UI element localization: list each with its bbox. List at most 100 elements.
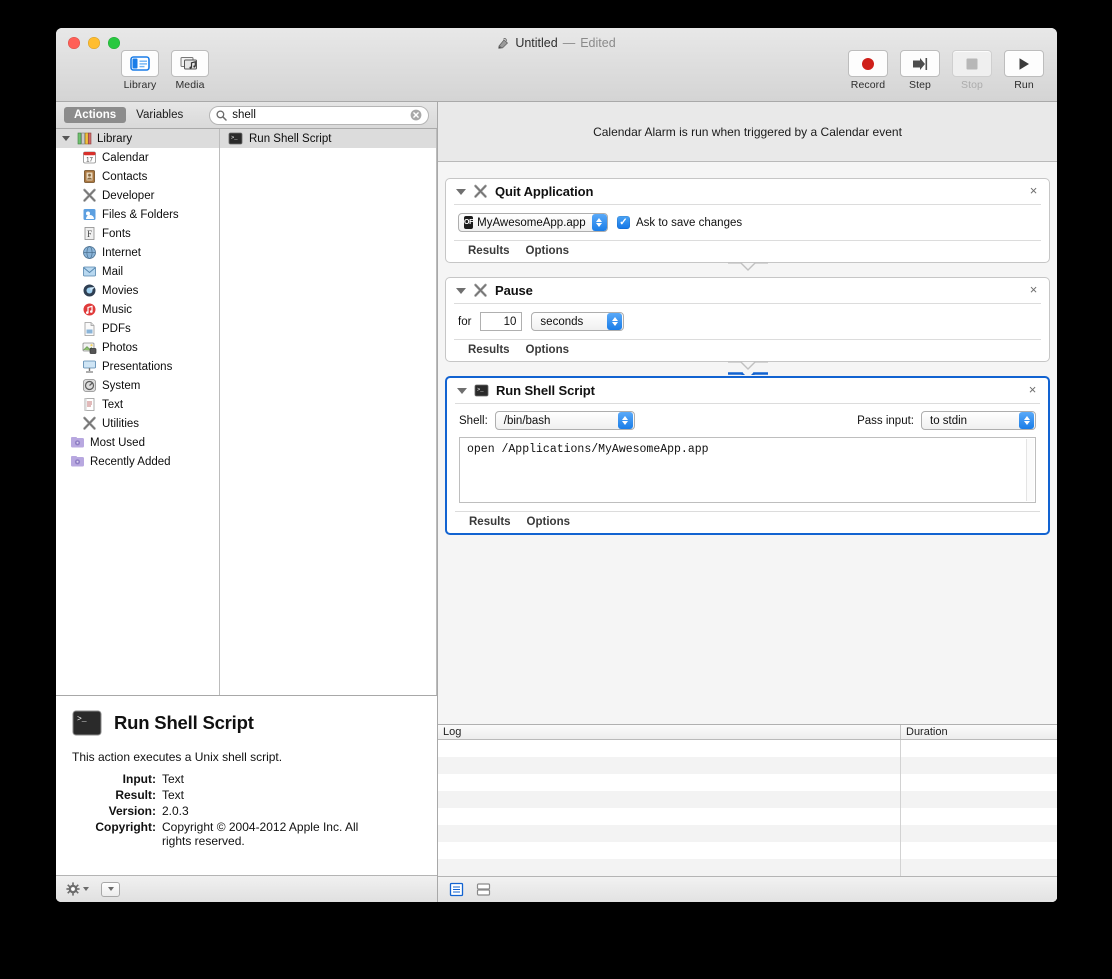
- sidebar-item-pdfs[interactable]: PDFs: [56, 319, 219, 338]
- for-label: for: [458, 315, 472, 328]
- popup-stepper-icon[interactable]: [591, 214, 607, 231]
- shell-popup[interactable]: /bin/bash: [494, 411, 635, 430]
- action-header[interactable]: >_ Run Shell Script ×: [447, 378, 1048, 403]
- table-row[interactable]: [438, 740, 1057, 758]
- popup-stepper-icon[interactable]: [617, 412, 633, 429]
- duration-unit-popup[interactable]: seconds: [531, 312, 625, 331]
- close-icon[interactable]: ×: [1027, 184, 1040, 197]
- script-scrollbar[interactable]: [1026, 439, 1034, 501]
- window-titlebar: Untitled — Edited Library Media Record S…: [56, 28, 1057, 102]
- app-chooser-popup[interactable]: OF MyAwesomeApp.app: [458, 213, 608, 232]
- sidebar-item-movies-label: Movies: [102, 284, 139, 297]
- library-footer-toolbar: [56, 875, 437, 902]
- log-view-button[interactable]: [448, 882, 465, 897]
- log-column-header-duration[interactable]: Duration: [901, 725, 1057, 739]
- sidebar-item-developer[interactable]: Developer: [56, 186, 219, 205]
- popup-button-icon[interactable]: [101, 881, 120, 897]
- toolbar-step-button[interactable]: Step: [897, 50, 943, 91]
- workflow-action-run-shell-script[interactable]: >_ Run Shell Script × Shell: /bin/bash P…: [445, 376, 1050, 535]
- table-row[interactable]: [438, 825, 1057, 843]
- sidebar-item-contacts[interactable]: Contacts: [56, 167, 219, 186]
- log-column-header-log[interactable]: Log: [438, 725, 901, 740]
- workflow-action-pause[interactable]: Pause × for 10 seconds Results Options: [445, 277, 1050, 375]
- checkbox-icon[interactable]: ✓: [617, 216, 630, 229]
- toolbar-record-label: Record: [850, 79, 886, 91]
- gear-menu-button[interactable]: [66, 882, 89, 896]
- log-view-icon: [449, 882, 464, 897]
- split-view-button[interactable]: [475, 882, 492, 897]
- results-button[interactable]: Results: [468, 245, 510, 257]
- close-icon[interactable]: ×: [1027, 283, 1040, 296]
- sidebar-item-presentations[interactable]: Presentations: [56, 357, 219, 376]
- popup-stepper-icon[interactable]: [1019, 412, 1034, 429]
- system-icon: [83, 379, 96, 392]
- sidebar-item-photos[interactable]: Photos: [56, 338, 219, 357]
- library-tab-group: Actions Variables: [64, 107, 193, 123]
- sidebar-item-fonts[interactable]: F Fonts: [56, 224, 219, 243]
- shell-script-icon: >_: [228, 132, 243, 145]
- action-results-list[interactable]: >_ Run Shell Script: [220, 129, 437, 695]
- library-tree[interactable]: Library 17 Calendar Contacts Developer F…: [56, 129, 220, 695]
- close-icon[interactable]: ×: [1026, 383, 1039, 396]
- script-textarea[interactable]: open /Applications/MyAwesomeApp.app: [459, 437, 1036, 503]
- library-pane: Actions Variables shell Library 17 Calen…: [56, 102, 438, 902]
- clear-icon[interactable]: [410, 109, 422, 121]
- tab-variables[interactable]: Variables: [126, 107, 193, 123]
- sidebar-item-internet[interactable]: Internet: [56, 243, 219, 262]
- table-row[interactable]: [438, 757, 1057, 775]
- tab-actions[interactable]: Actions: [64, 107, 127, 123]
- duration-input[interactable]: 10: [480, 312, 523, 331]
- sidebar-item-library[interactable]: Library: [56, 129, 219, 148]
- developer-icon: [474, 283, 487, 297]
- options-button[interactable]: Options: [526, 344, 569, 356]
- window-body: Actions Variables shell Library 17 Calen…: [56, 102, 1057, 902]
- shell-script-icon: >_: [72, 710, 102, 736]
- sidebar-item-recently-added[interactable]: Recently Added: [56, 452, 219, 471]
- toolbar-media-button[interactable]: Media: [168, 50, 212, 91]
- sidebar-item-utilities[interactable]: Utilities: [56, 414, 219, 433]
- options-button[interactable]: Options: [526, 245, 569, 257]
- table-row[interactable]: [438, 842, 1057, 860]
- sidebar-item-files-folders[interactable]: Files & Folders: [56, 205, 219, 224]
- action-header[interactable]: Quit Application ×: [446, 179, 1049, 204]
- toolbar-record-button[interactable]: Record: [845, 50, 891, 91]
- sidebar-item-music[interactable]: Music: [56, 300, 219, 319]
- log-rows[interactable]: [438, 740, 1057, 876]
- workflow-action-quit-application[interactable]: Quit Application × OF MyAwesomeApp.app ✓…: [445, 178, 1050, 271]
- toolbar-run-button[interactable]: Run: [1001, 50, 1047, 91]
- sidebar-item-calendar[interactable]: 17 Calendar: [56, 148, 219, 167]
- results-button[interactable]: Results: [468, 344, 510, 356]
- chevron-down-icon[interactable]: [62, 136, 70, 141]
- table-row[interactable]: [438, 791, 1057, 809]
- sidebar-item-mail[interactable]: Mail: [56, 262, 219, 281]
- pass-input-popup[interactable]: to stdin: [921, 411, 1036, 430]
- chevron-down-icon[interactable]: [456, 188, 466, 195]
- search-field[interactable]: [209, 105, 429, 125]
- options-button[interactable]: Options: [527, 516, 570, 528]
- chevron-down-icon[interactable]: [457, 387, 467, 394]
- search-input[interactable]: [232, 109, 405, 121]
- fonts-icon: F: [84, 227, 95, 240]
- info-field-key: Version:: [108, 804, 156, 818]
- list-item[interactable]: >_ Run Shell Script: [220, 129, 436, 148]
- toolbar-library-button[interactable]: Library: [118, 50, 162, 91]
- table-row[interactable]: [438, 859, 1057, 876]
- chevron-down-icon[interactable]: [456, 287, 466, 294]
- action-header[interactable]: Pause ×: [446, 278, 1049, 303]
- automator-document-icon: [498, 37, 509, 49]
- sidebar-item-movies[interactable]: Movies: [56, 281, 219, 300]
- table-row[interactable]: [438, 808, 1057, 826]
- svg-text:>_: >_: [231, 134, 238, 141]
- sidebar-item-text[interactable]: Text: [56, 395, 219, 414]
- sidebar-item-most-used[interactable]: Most Used: [56, 433, 219, 452]
- results-button[interactable]: Results: [469, 516, 511, 528]
- table-row[interactable]: [438, 774, 1057, 792]
- workflow-canvas[interactable]: Quit Application × OF MyAwesomeApp.app ✓…: [438, 162, 1057, 724]
- popup-stepper-icon[interactable]: [607, 313, 623, 330]
- shell-label: Shell:: [459, 414, 488, 427]
- sidebar-item-system[interactable]: System: [56, 376, 219, 395]
- shell-script-icon: >_: [474, 384, 489, 397]
- script-text: open /Applications/MyAwesomeApp.app: [467, 443, 709, 456]
- ask-to-save-checkbox[interactable]: ✓ Ask to save changes: [617, 216, 742, 229]
- toolbar-stop-button[interactable]: Stop: [949, 50, 995, 91]
